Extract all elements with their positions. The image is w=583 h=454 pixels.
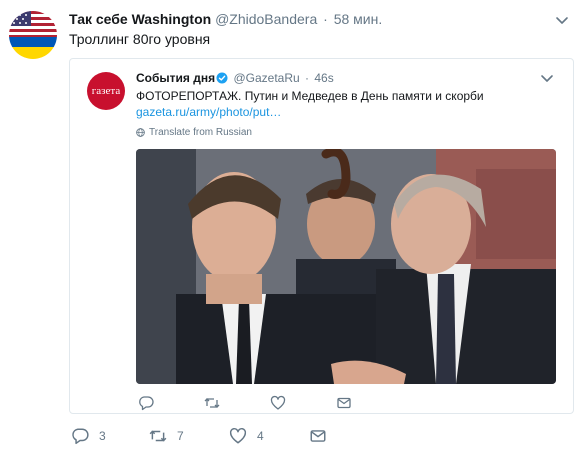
dm-button[interactable] — [309, 426, 327, 446]
quoted-tweet-header: События дня @GazetaRu · 46s — [136, 70, 334, 88]
translate-label: Translate from Russian — [149, 127, 252, 138]
quoted-tweet-photo[interactable] — [136, 149, 556, 384]
quoted-tweet-link[interactable]: gazeta.ru/army/photo/put… — [136, 104, 281, 120]
translate-link[interactable]: Translate from Russian — [136, 126, 252, 140]
retweet-icon — [149, 430, 167, 442]
tweet-text: Троллинг 80го уровня — [69, 31, 211, 47]
author-name[interactable]: Так себе Washington — [69, 11, 211, 27]
quoted-author-name[interactable]: События дня — [136, 71, 215, 85]
like-count: 4 — [257, 429, 264, 443]
quoted-dm-icon[interactable] — [336, 395, 352, 416]
quoted-tweet-actions — [136, 395, 366, 411]
retweet-count: 7 — [177, 429, 184, 443]
tweet-header: Так себе Washington @ZhidoBandera · 58 м… — [69, 10, 382, 28]
verified-badge-icon — [216, 72, 228, 88]
globe-icon — [136, 128, 145, 137]
quoted-author-handle[interactable]: @GazetaRu — [233, 71, 299, 85]
quoted-tweet-text: ФОТОРЕПОРТАЖ. Путин и Медведев в День па… — [136, 89, 484, 103]
tweet-timestamp[interactable]: 58 мин. — [334, 11, 383, 27]
like-icon — [229, 428, 247, 444]
reply-count: 3 — [99, 429, 106, 443]
quoted-timestamp[interactable]: 46s — [314, 71, 333, 85]
quoted-retweet-icon[interactable] — [204, 395, 220, 416]
author-handle[interactable]: @ZhidoBandera — [215, 11, 317, 27]
like-button[interactable]: 4 — [229, 426, 264, 446]
retweet-button[interactable]: 7 — [149, 426, 184, 446]
reply-icon — [72, 428, 89, 445]
quoted-caret-down-icon[interactable] — [540, 72, 554, 84]
quoted-like-icon[interactable] — [270, 395, 286, 416]
press-photo-image — [136, 149, 556, 384]
quoted-author-avatar[interactable]: газета — [87, 72, 125, 110]
dm-icon — [310, 430, 326, 442]
author-avatar[interactable] — [9, 11, 57, 59]
quoted-reply-icon[interactable] — [138, 395, 154, 416]
reply-button[interactable]: 3 — [71, 426, 106, 446]
avatar-flag-image — [9, 11, 57, 59]
quoted-header-separator: · — [305, 71, 310, 85]
header-separator: · — [323, 11, 328, 27]
caret-down-icon[interactable] — [555, 14, 569, 28]
